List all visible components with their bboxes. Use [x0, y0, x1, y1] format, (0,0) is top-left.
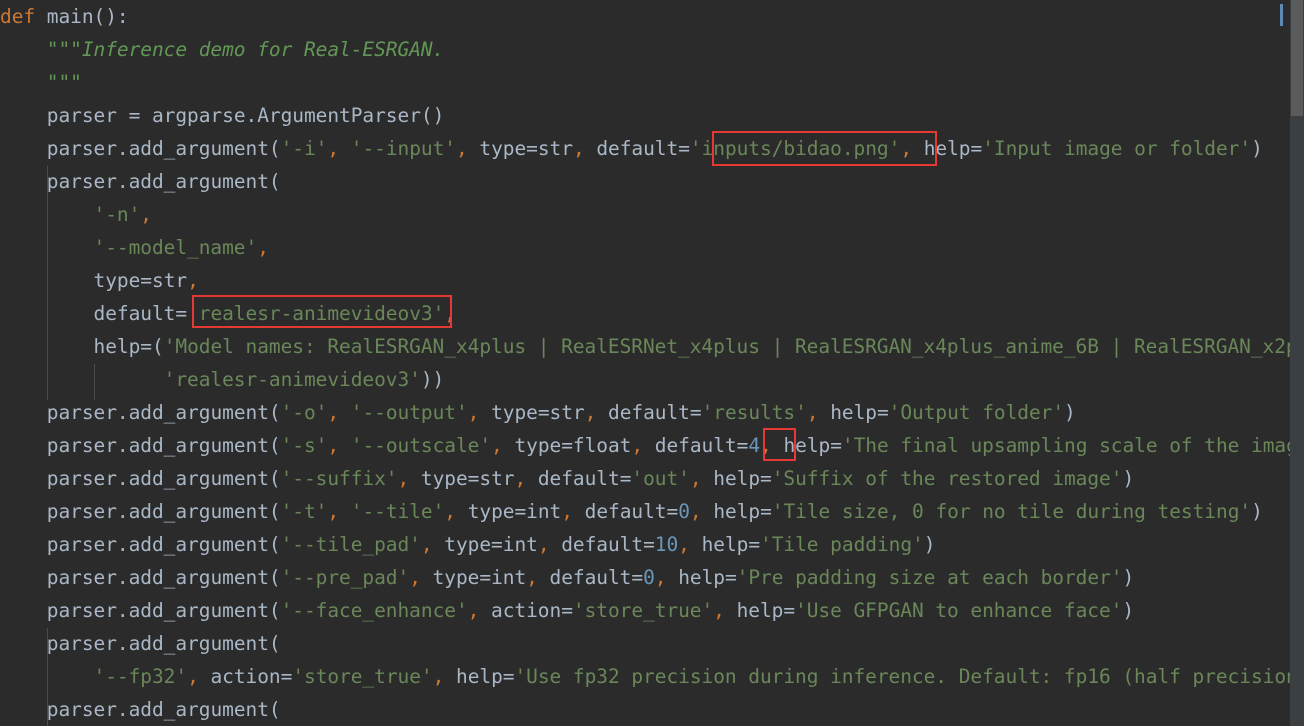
code-line[interactable]: """Inference demo for Real-ESRGAN. — [0, 33, 1304, 66]
code-line[interactable]: parser.add_argument( — [0, 627, 1304, 660]
vertical-scrollbar-thumb[interactable] — [1291, 0, 1303, 116]
code-line[interactable]: parser.add_argument('-o', '--output', ty… — [0, 396, 1304, 429]
code-line[interactable]: default='realesr-animevideov3', — [0, 297, 1304, 330]
code-editor[interactable]: def main(): """Inference demo for Real-E… — [0, 0, 1304, 726]
text-caret — [1280, 4, 1283, 26]
code-area[interactable]: def main(): """Inference demo for Real-E… — [0, 0, 1304, 726]
code-line[interactable]: '--fp32', action='store_true', help='Use… — [0, 660, 1304, 693]
code-line[interactable]: """ — [0, 66, 1304, 99]
code-line[interactable]: parser = argparse.ArgumentParser() — [0, 99, 1304, 132]
code-line[interactable]: 'realesr-animevideov3')) — [0, 363, 1304, 396]
code-line[interactable]: parser.add_argument( — [0, 165, 1304, 198]
code-line[interactable]: parser.add_argument('--pre_pad', type=in… — [0, 561, 1304, 594]
code-line[interactable]: parser.add_argument( — [0, 693, 1304, 726]
code-line[interactable]: parser.add_argument('-s', '--outscale', … — [0, 429, 1304, 462]
code-line[interactable]: type=str, — [0, 264, 1304, 297]
code-line[interactable]: parser.add_argument('--tile_pad', type=i… — [0, 528, 1304, 561]
code-line[interactable]: parser.add_argument('--suffix', type=str… — [0, 462, 1304, 495]
code-line[interactable]: '-n', — [0, 198, 1304, 231]
code-line[interactable]: parser.add_argument('-t', '--tile', type… — [0, 495, 1304, 528]
code-line[interactable]: help=('Model names: RealESRGAN_x4plus | … — [0, 330, 1304, 363]
code-line[interactable]: '--model_name', — [0, 231, 1304, 264]
code-line[interactable]: def main(): — [0, 0, 1304, 33]
vertical-scrollbar-track[interactable] — [1290, 0, 1304, 726]
code-line[interactable]: parser.add_argument('--face_enhance', ac… — [0, 594, 1304, 627]
code-line[interactable]: parser.add_argument('-i', '--input', typ… — [0, 132, 1304, 165]
